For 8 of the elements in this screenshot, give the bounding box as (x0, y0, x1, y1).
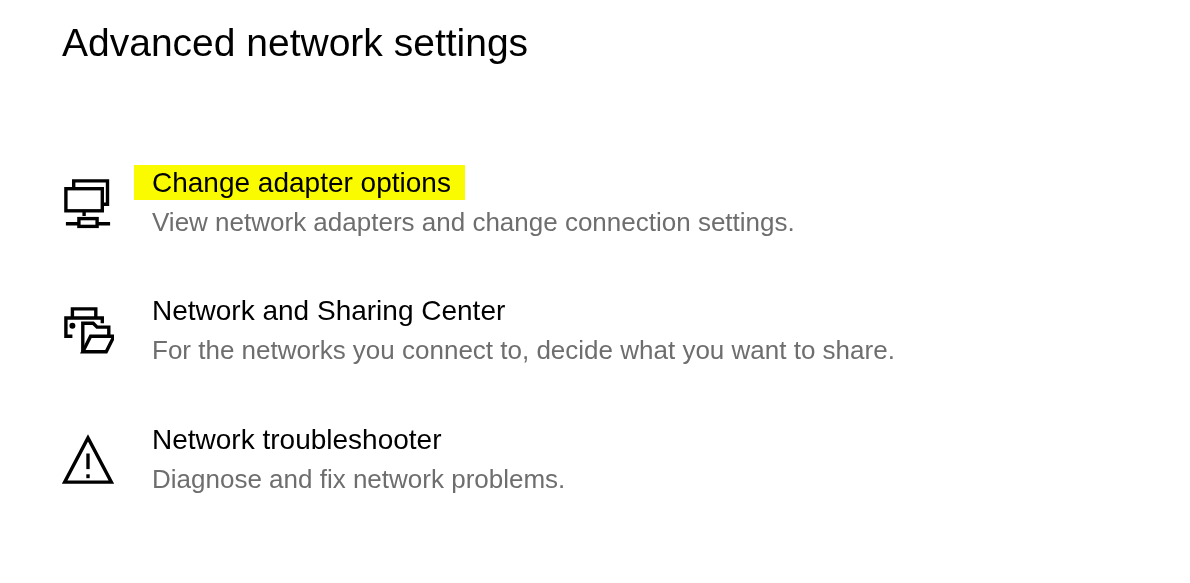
warning-icon (62, 433, 114, 486)
settings-link[interactable]: Network and Sharing Center (134, 293, 520, 329)
link-description: Diagnose and fix network problems. (152, 462, 566, 496)
link-description: For the networks you connect to, decide what you want to share. (152, 334, 895, 368)
page-title: Advanced network settings (62, 20, 530, 66)
link-description: View network adapters and change connection settings. (152, 205, 795, 239)
settings-link[interactable]: Network troubleshooter (134, 421, 456, 457)
settings-link[interactable]: Change adapter options (134, 164, 465, 200)
